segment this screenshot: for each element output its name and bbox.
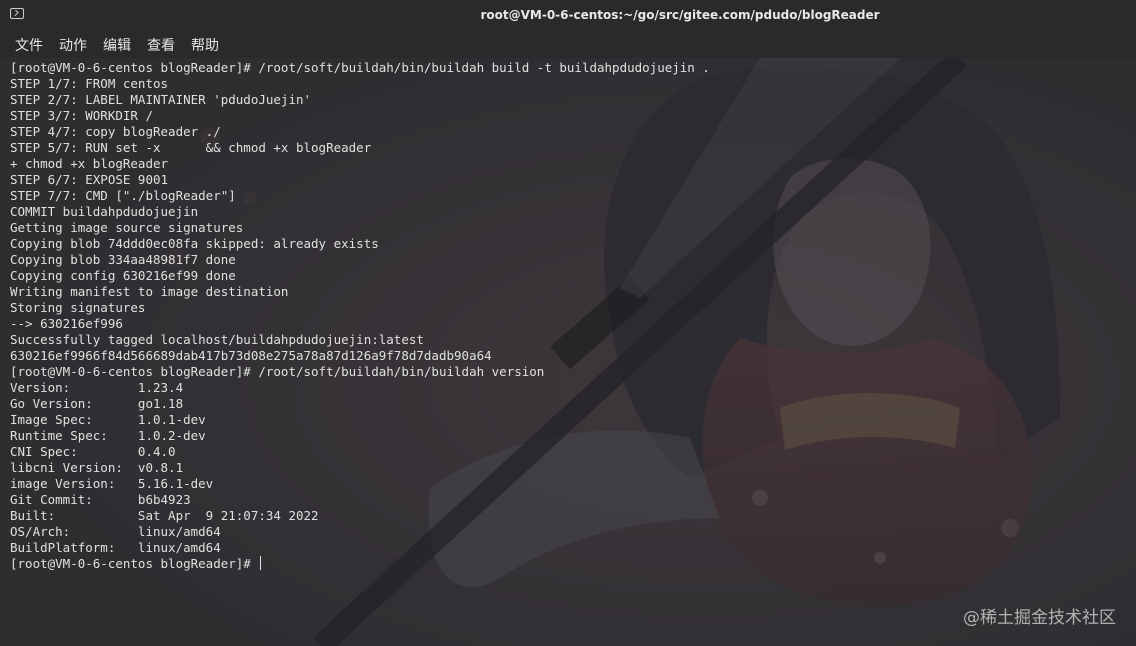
terminal-line: OS/Arch: linux/amd64 <box>10 524 221 539</box>
terminal-prompt-line[interactable]: [root@VM-0-6-centos blogReader]# <box>10 556 710 572</box>
terminal-line: image Version: 5.16.1-dev <box>10 476 214 491</box>
terminal-line: Storing signatures <box>10 300 146 315</box>
window-title: root@VM-0-6-centos:~/go/src/gitee.com/pd… <box>480 8 880 22</box>
terminal-line: [root@VM-0-6-centos blogReader]# /root/s… <box>10 364 545 379</box>
terminal-line: Runtime Spec: 1.0.2-dev <box>10 428 206 443</box>
terminal-line: STEP 2/7: LABEL MAINTAINER 'pdudoJuejin' <box>10 92 312 107</box>
terminal-line: Go Version: go1.18 <box>10 396 184 411</box>
title-bar: root@VM-0-6-centos:~/go/src/gitee.com/pd… <box>0 0 1136 30</box>
menu-edit[interactable]: 编辑 <box>103 35 131 55</box>
terminal-line: Copying blob 74ddd0ec08fa skipped: alrea… <box>10 236 379 251</box>
terminal-line: STEP 3/7: WORKDIR / <box>10 108 153 123</box>
menu-view[interactable]: 查看 <box>147 35 175 55</box>
watermark: @稀土掘金技术社区 <box>963 608 1116 628</box>
terminal-line: [root@VM-0-6-centos blogReader]# /root/s… <box>10 60 710 75</box>
terminal-line: Getting image source signatures <box>10 220 244 235</box>
terminal-line: STEP 4/7: copy blogReader ./ <box>10 124 221 139</box>
terminal-line: BuildPlatform: linux/amd64 <box>10 540 221 555</box>
terminal-line: Version: 1.23.4 <box>10 380 184 395</box>
shell-prompt: [root@VM-0-6-centos blogReader]# <box>10 556 259 571</box>
terminal-line: Git Commit: b6b4923 <box>10 492 191 507</box>
terminal-line: Writing manifest to image destination <box>10 284 289 299</box>
terminal-output[interactable]: [root@VM-0-6-centos blogReader]# /root/s… <box>10 60 710 572</box>
text-cursor <box>260 556 262 570</box>
terminal-line: STEP 6/7: EXPOSE 9001 <box>10 172 169 187</box>
menu-help[interactable]: 帮助 <box>191 35 219 55</box>
terminal-line: CNI Spec: 0.4.0 <box>10 444 176 459</box>
menu-action[interactable]: 动作 <box>59 35 87 55</box>
terminal-line: COMMIT buildahpdudojuejin <box>10 204 199 219</box>
terminal-line: 630216ef9966f84d566689dab417b73d08e275a7… <box>10 348 492 363</box>
menu-bar: 文件 动作 编辑 查看 帮助 <box>0 30 1136 59</box>
terminal-window: root@VM-0-6-centos:~/go/src/gitee.com/pd… <box>0 0 1136 646</box>
terminal-line: STEP 5/7: RUN set -x && chmod +x blogRea… <box>10 140 372 155</box>
terminal-area[interactable]: [root@VM-0-6-centos blogReader]# /root/s… <box>0 58 1136 646</box>
terminal-line: Successfully tagged localhost/buildahpdu… <box>10 332 424 347</box>
terminal-line: STEP 1/7: FROM centos <box>10 76 169 91</box>
terminal-line: libcni Version: v0.8.1 <box>10 460 184 475</box>
menu-file[interactable]: 文件 <box>15 35 43 55</box>
terminal-line: + chmod +x blogReader <box>10 156 169 171</box>
terminal-line: Copying config 630216ef99 done <box>10 268 236 283</box>
terminal-line: Copying blob 334aa48981f7 done <box>10 252 236 267</box>
terminal-line: Built: Sat Apr 9 21:07:34 2022 <box>10 508 319 523</box>
terminal-line: --> 630216ef996 <box>10 316 123 331</box>
terminal-line: STEP 7/7: CMD ["./blogReader"] <box>10 188 236 203</box>
terminal-line: Image Spec: 1.0.1-dev <box>10 412 206 427</box>
terminal-icon <box>10 8 24 19</box>
